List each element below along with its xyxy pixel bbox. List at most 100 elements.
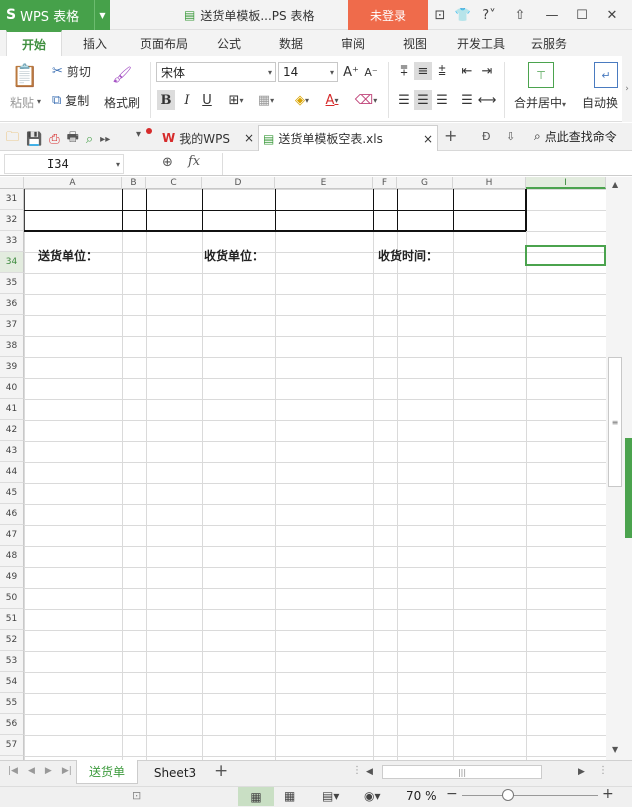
decrease-font-icon[interactable]: A⁻ bbox=[362, 62, 380, 82]
font-color-icon[interactable]: A ▾ bbox=[318, 90, 346, 110]
pdf-icon[interactable]: ⎙ bbox=[49, 132, 59, 147]
row-header[interactable]: 57 bbox=[0, 735, 24, 756]
cell-style-icon[interactable]: ▦ ▾ bbox=[252, 90, 280, 110]
skin-icon[interactable]: ⊡ bbox=[432, 0, 448, 30]
sheet-tab[interactable]: Sheet3 bbox=[146, 760, 204, 786]
row-header[interactable]: 31 bbox=[0, 189, 24, 210]
tab-cloud[interactable]: 云服务 bbox=[524, 30, 574, 56]
print-preview-icon[interactable]: ⌕ bbox=[86, 132, 93, 147]
row-header[interactable]: 41 bbox=[0, 399, 24, 420]
row-header[interactable]: 53 bbox=[0, 651, 24, 672]
font-name-select[interactable]: 宋体 ▾ bbox=[156, 62, 276, 82]
scroll-down-icon[interactable]: ▼ bbox=[612, 745, 618, 754]
row-header[interactable]: 52 bbox=[0, 630, 24, 651]
row-header[interactable]: 36 bbox=[0, 294, 24, 315]
normal-view-icon[interactable]: ▦ bbox=[238, 787, 274, 806]
align-right-icon[interactable]: ☰ bbox=[433, 90, 451, 110]
clear-format-icon[interactable]: ⌫ ▾ bbox=[352, 90, 380, 110]
row-header[interactable]: 45 bbox=[0, 483, 24, 504]
active-cell-i34[interactable] bbox=[525, 245, 606, 266]
row-header[interactable]: 48 bbox=[0, 546, 24, 567]
column-header[interactable]: C bbox=[146, 177, 202, 189]
cell-a34[interactable]: 送货单位： bbox=[38, 247, 98, 264]
file-tab-my-wps[interactable]: W 我的WPS × bbox=[158, 126, 258, 150]
zoom-magnifier-icon[interactable]: ⊕ bbox=[162, 155, 173, 170]
name-box[interactable]: I34 ▾ bbox=[4, 154, 124, 174]
minimize-icon[interactable]: — bbox=[540, 0, 564, 30]
bold-button[interactable]: B bbox=[157, 90, 175, 110]
print-icon[interactable]: 🖶 bbox=[67, 128, 79, 150]
restore-ribbon-icon[interactable]: ⇧ bbox=[508, 0, 532, 30]
more-icon[interactable]: ▸▸ bbox=[100, 134, 110, 145]
chevron-down-icon[interactable]: ▾ bbox=[37, 97, 41, 106]
tab-formula[interactable]: 公式 bbox=[206, 30, 252, 56]
wrap-text-icon[interactable]: ↵ bbox=[594, 62, 618, 88]
new-tab-plus-icon[interactable]: + bbox=[444, 126, 457, 145]
share-icon[interactable]: ⇩ bbox=[506, 130, 515, 143]
increase-font-icon[interactable]: A⁺ bbox=[342, 62, 360, 82]
column-header[interactable]: F bbox=[373, 177, 397, 189]
tab-developer[interactable]: 开发工具 bbox=[452, 30, 510, 56]
zoom-out-icon[interactable]: − bbox=[446, 786, 458, 802]
underline-button[interactable]: U bbox=[198, 90, 216, 110]
italic-button[interactable]: I bbox=[178, 90, 196, 110]
column-header[interactable]: H bbox=[453, 177, 526, 189]
zoom-in-icon[interactable]: + bbox=[602, 786, 614, 802]
paste-button[interactable]: 粘贴 bbox=[10, 94, 34, 111]
file-tab-active[interactable]: ▤ 送货单模板空表.xls × bbox=[258, 125, 438, 151]
row-header[interactable]: 35 bbox=[0, 273, 24, 294]
save-icon[interactable]: 💾 bbox=[26, 132, 42, 147]
column-header[interactable]: A bbox=[24, 177, 122, 189]
zoom-slider[interactable] bbox=[462, 795, 598, 796]
open-folder-icon[interactable]: 🗀 bbox=[6, 128, 19, 150]
side-panel-handle[interactable] bbox=[625, 438, 632, 538]
column-header[interactable]: B bbox=[122, 177, 146, 189]
align-top-icon[interactable]: ⩱ bbox=[395, 62, 413, 80]
prev-sheet-icon[interactable]: ◀ bbox=[28, 766, 35, 776]
row-header[interactable]: 50 bbox=[0, 588, 24, 609]
login-button[interactable]: 未登录 bbox=[348, 0, 428, 30]
maximize-icon[interactable]: ☐ bbox=[570, 0, 594, 30]
copy-button[interactable]: ⧉ 复制 bbox=[52, 92, 89, 109]
row-header[interactable]: 40 bbox=[0, 378, 24, 399]
format-painter-button[interactable]: 格式刷 bbox=[104, 94, 140, 111]
function-button[interactable]: fx bbox=[188, 154, 200, 169]
help-icon[interactable]: ?˅ bbox=[478, 0, 500, 30]
row-header[interactable]: 55 bbox=[0, 693, 24, 714]
reading-mode-icon[interactable]: ◉▾ bbox=[364, 789, 381, 803]
merge-center-icon[interactable]: ⊤ bbox=[528, 62, 554, 88]
row-header[interactable]: 51 bbox=[0, 609, 24, 630]
row-header[interactable]: 56 bbox=[0, 714, 24, 735]
font-size-select[interactable]: 14 ▾ bbox=[278, 62, 338, 82]
zoom-level[interactable]: 70 % bbox=[406, 789, 437, 803]
zoom-slider-handle[interactable] bbox=[502, 789, 514, 801]
row-header[interactable]: 34 bbox=[0, 252, 24, 273]
row-header[interactable]: 47 bbox=[0, 525, 24, 546]
border-icon[interactable]: ⊞ ▾ bbox=[222, 90, 250, 110]
merge-center-button[interactable]: 合并居中▾ bbox=[514, 94, 566, 111]
app-menu-button[interactable]: S WPS 表格 ▼ bbox=[0, 0, 110, 30]
auto-wrap-button[interactable]: 自动换 bbox=[582, 94, 618, 111]
row-header[interactable]: 44 bbox=[0, 462, 24, 483]
decrease-indent-icon[interactable]: ⇤ bbox=[458, 62, 476, 80]
cut-button[interactable]: ✂ 剪切 bbox=[52, 63, 91, 80]
column-header[interactable]: G bbox=[397, 177, 453, 189]
tab-page-layout[interactable]: 页面布局 bbox=[132, 30, 196, 56]
column-header[interactable]: D bbox=[202, 177, 275, 189]
first-sheet-icon[interactable]: |◀ bbox=[8, 766, 18, 776]
distributed-icon[interactable]: ⟷ bbox=[478, 90, 497, 110]
row-header[interactable]: 42 bbox=[0, 420, 24, 441]
scroll-up-icon[interactable]: ▲ bbox=[612, 180, 618, 189]
increase-indent-icon[interactable]: ⇥ bbox=[478, 62, 496, 80]
customize-toolbar-icon[interactable]: ▾ bbox=[136, 129, 141, 140]
page-break-view-icon[interactable]: ▦ bbox=[284, 789, 295, 803]
tab-review[interactable]: 审阅 bbox=[330, 30, 376, 56]
tab-insert[interactable]: 插入 bbox=[70, 30, 120, 56]
cloud-doc-icon[interactable]: Ð bbox=[482, 130, 491, 143]
scroll-right-icon[interactable]: ▶ bbox=[578, 767, 585, 777]
row-header[interactable]: 38 bbox=[0, 336, 24, 357]
horizontal-scroll-thumb[interactable]: ||| bbox=[382, 765, 542, 779]
align-center-icon[interactable]: ☰ bbox=[414, 90, 432, 110]
row-header[interactable]: 46 bbox=[0, 504, 24, 525]
close-icon[interactable]: × bbox=[423, 132, 437, 146]
